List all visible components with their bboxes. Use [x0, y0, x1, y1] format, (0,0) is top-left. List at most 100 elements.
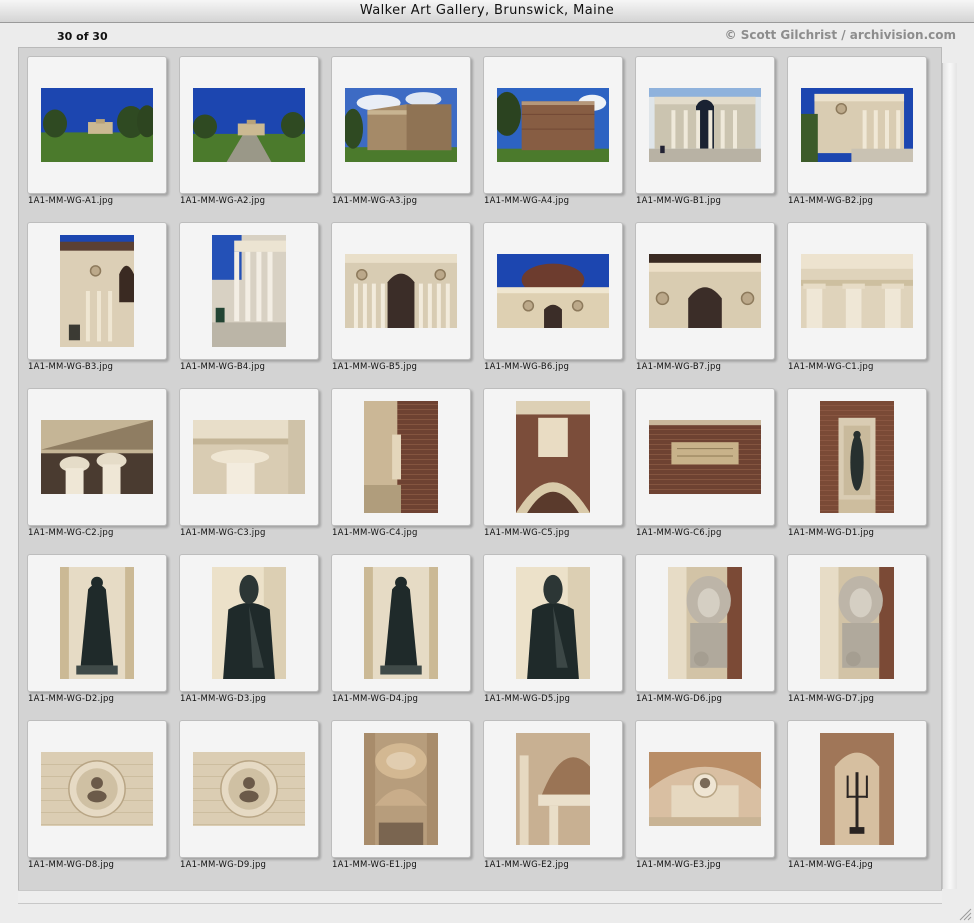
thumbnail-item[interactable]: 1A1-MM-WG-D6.jpg	[628, 547, 780, 713]
thumbnail-item[interactable]: 1A1-MM-WG-E4.jpg	[780, 713, 932, 879]
thumbnail-image[interactable]	[649, 88, 761, 162]
thumbnail-image[interactable]	[60, 567, 134, 679]
thumbnail-filename: 1A1-MM-WG-D5.jpg	[484, 694, 571, 704]
slide-mount[interactable]	[483, 56, 623, 194]
slide-mount[interactable]	[787, 554, 927, 692]
slide-mount[interactable]	[635, 222, 775, 360]
thumbnail-image[interactable]	[497, 88, 609, 162]
thumbnail-image[interactable]	[649, 752, 761, 826]
thumbnail-item[interactable]: 1A1-MM-WG-D2.jpg	[20, 547, 172, 713]
thumbnail-item[interactable]: 1A1-MM-WG-C1.jpg	[780, 215, 932, 381]
thumbnail-filename: 1A1-MM-WG-C3.jpg	[180, 528, 266, 538]
thumbnail-image[interactable]	[364, 567, 438, 679]
slide-mount[interactable]	[483, 388, 623, 526]
thumbnail-item[interactable]: 1A1-MM-WG-D8.jpg	[20, 713, 172, 879]
thumbnail-item[interactable]: 1A1-MM-WG-A2.jpg	[172, 49, 324, 215]
slide-mount[interactable]	[27, 388, 167, 526]
thumbnail-image[interactable]	[516, 401, 590, 513]
thumbnail-image[interactable]	[820, 733, 894, 845]
thumbnail-image[interactable]	[649, 254, 761, 328]
thumbnail-image[interactable]	[820, 401, 894, 513]
thumbnail-image[interactable]	[649, 420, 761, 494]
slide-mount[interactable]	[787, 720, 927, 858]
slide-mount[interactable]	[483, 222, 623, 360]
slide-mount[interactable]	[179, 222, 319, 360]
thumbnail-filename: 1A1-MM-WG-D1.jpg	[788, 528, 875, 538]
thumbnail-item[interactable]: 1A1-MM-WG-C2.jpg	[20, 381, 172, 547]
thumbnail-item[interactable]: 1A1-MM-WG-D5.jpg	[476, 547, 628, 713]
thumbnail-filename: 1A1-MM-WG-C1.jpg	[788, 362, 874, 372]
slide-mount[interactable]	[635, 56, 775, 194]
slide-mount[interactable]	[27, 56, 167, 194]
slide-mount[interactable]	[787, 222, 927, 360]
thumbnail-item[interactable]: 1A1-MM-WG-A3.jpg	[324, 49, 476, 215]
thumbnail-filename: 1A1-MM-WG-C6.jpg	[636, 528, 722, 538]
thumbnail-image[interactable]	[820, 567, 894, 679]
thumbnail-item[interactable]: 1A1-MM-WG-B5.jpg	[324, 215, 476, 381]
thumbnail-image[interactable]	[801, 88, 913, 162]
thumbnail-item[interactable]: 1A1-MM-WG-D3.jpg	[172, 547, 324, 713]
thumbnail-item[interactable]: 1A1-MM-WG-B6.jpg	[476, 215, 628, 381]
thumbnail-image[interactable]	[516, 567, 590, 679]
slide-mount[interactable]	[331, 222, 471, 360]
thumbnail-item[interactable]: 1A1-MM-WG-E3.jpg	[628, 713, 780, 879]
thumbnail-image[interactable]	[345, 254, 457, 328]
slide-mount[interactable]	[27, 554, 167, 692]
slide-mount[interactable]	[787, 56, 927, 194]
thumbnail-item[interactable]: 1A1-MM-WG-C5.jpg	[476, 381, 628, 547]
slide-mount[interactable]	[179, 720, 319, 858]
thumbnail-item[interactable]: 1A1-MM-WG-D7.jpg	[780, 547, 932, 713]
thumbnail-item[interactable]: 1A1-MM-WG-D4.jpg	[324, 547, 476, 713]
thumbnail-item[interactable]: 1A1-MM-WG-C3.jpg	[172, 381, 324, 547]
slide-mount[interactable]	[27, 720, 167, 858]
horizontal-scrollbar[interactable]	[18, 890, 942, 904]
thumbnail-item[interactable]: 1A1-MM-WG-D9.jpg	[172, 713, 324, 879]
thumbnail-image[interactable]	[41, 420, 153, 494]
thumbnail-image[interactable]	[364, 733, 438, 845]
resize-grip-icon[interactable]	[958, 907, 972, 921]
thumbnail-item[interactable]: 1A1-MM-WG-D1.jpg	[780, 381, 932, 547]
slide-mount[interactable]	[635, 554, 775, 692]
thumbnail-image[interactable]	[801, 254, 913, 328]
thumbnail-item[interactable]: 1A1-MM-WG-B4.jpg	[172, 215, 324, 381]
slide-mount[interactable]	[179, 554, 319, 692]
thumbnail-item[interactable]: 1A1-MM-WG-A4.jpg	[476, 49, 628, 215]
thumbnail-grid: 1A1-MM-WG-A1.jpg 1A1-MM-WG-A2.jpg 1A1-MM-W…	[18, 47, 942, 891]
thumbnail-image[interactable]	[345, 88, 457, 162]
vertical-scrollbar[interactable]	[942, 63, 957, 889]
slide-mount[interactable]	[179, 56, 319, 194]
thumbnail-image[interactable]	[60, 235, 134, 347]
thumbnail-image[interactable]	[41, 88, 153, 162]
slide-mount[interactable]	[483, 554, 623, 692]
thumbnail-image[interactable]	[193, 88, 305, 162]
slide-mount[interactable]	[27, 222, 167, 360]
thumbnail-image[interactable]	[497, 254, 609, 328]
thumbnail-image[interactable]	[193, 420, 305, 494]
slide-mount[interactable]	[331, 554, 471, 692]
thumbnail-item[interactable]: 1A1-MM-WG-E2.jpg	[476, 713, 628, 879]
thumbnail-item[interactable]: 1A1-MM-WG-B1.jpg	[628, 49, 780, 215]
thumbnail-filename: 1A1-MM-WG-D4.jpg	[332, 694, 419, 704]
slide-mount[interactable]	[635, 720, 775, 858]
thumbnail-image[interactable]	[668, 567, 742, 679]
slide-mount[interactable]	[787, 388, 927, 526]
slide-mount[interactable]	[483, 720, 623, 858]
thumbnail-item[interactable]: 1A1-MM-WG-A1.jpg	[20, 49, 172, 215]
slide-mount[interactable]	[331, 388, 471, 526]
slide-mount[interactable]	[635, 388, 775, 526]
thumbnail-item[interactable]: 1A1-MM-WG-B2.jpg	[780, 49, 932, 215]
thumbnail-image[interactable]	[516, 733, 590, 845]
thumbnail-image[interactable]	[212, 235, 286, 347]
thumbnail-item[interactable]: 1A1-MM-WG-E1.jpg	[324, 713, 476, 879]
thumbnail-image[interactable]	[41, 752, 153, 826]
thumbnail-item[interactable]: 1A1-MM-WG-C6.jpg	[628, 381, 780, 547]
thumbnail-image[interactable]	[364, 401, 438, 513]
thumbnail-item[interactable]: 1A1-MM-WG-C4.jpg	[324, 381, 476, 547]
thumbnail-item[interactable]: 1A1-MM-WG-B3.jpg	[20, 215, 172, 381]
slide-mount[interactable]	[331, 56, 471, 194]
slide-mount[interactable]	[331, 720, 471, 858]
thumbnail-image[interactable]	[193, 752, 305, 826]
thumbnail-item[interactable]: 1A1-MM-WG-B7.jpg	[628, 215, 780, 381]
slide-mount[interactable]	[179, 388, 319, 526]
thumbnail-image[interactable]	[212, 567, 286, 679]
